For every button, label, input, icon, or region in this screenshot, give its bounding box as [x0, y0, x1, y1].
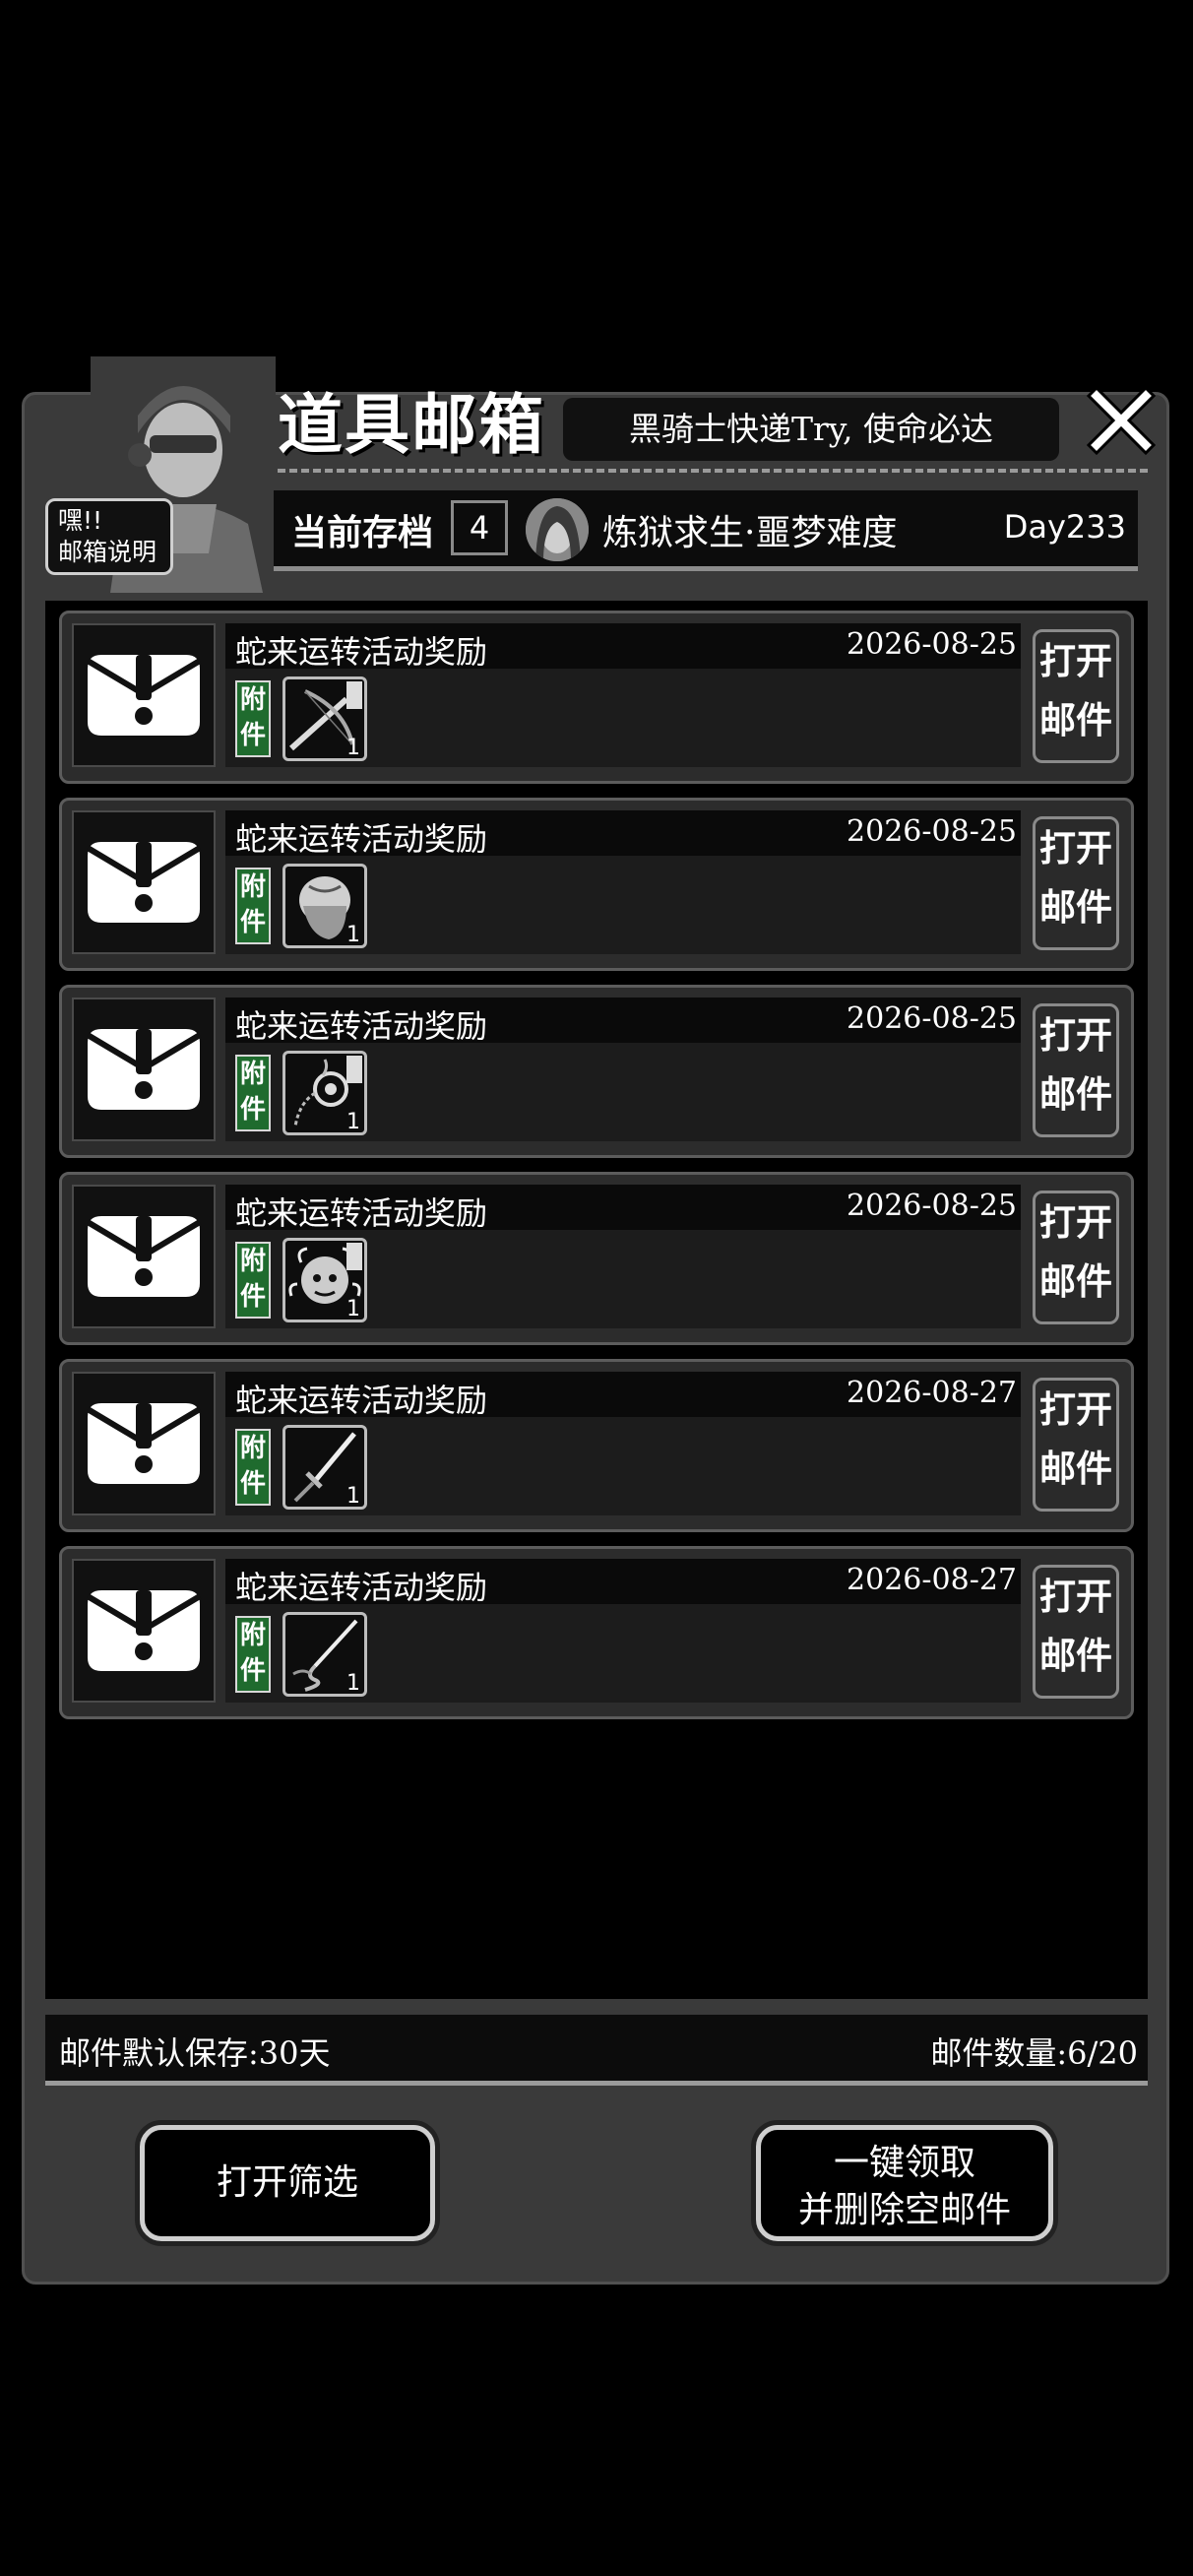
mail-item: 蛇来运转活动奖励 2026-08-27 附件 1 打开 邮件: [59, 1546, 1134, 1719]
mail-header: 蛇来运转活动奖励 2026-08-25: [225, 1185, 1021, 1232]
mail-title: 蛇来运转活动奖励: [235, 1007, 488, 1045]
mail-attachments: 附件 1: [225, 856, 1021, 954]
mail-header: 蛇来运转活动奖励 2026-08-25: [225, 998, 1021, 1045]
mail-item: 蛇来运转活动奖励 2026-08-27 附件 1 打开 邮件: [59, 1359, 1134, 1532]
attachment-item-slot[interactable]: 1: [283, 1612, 367, 1697]
open-mail-button[interactable]: 打开 邮件: [1033, 629, 1119, 763]
mail-notice-icon-box: [72, 810, 216, 954]
mail-alert-icon: [86, 655, 202, 736]
mail-attachments: 附件 1: [225, 1043, 1021, 1141]
save-day: Day233: [1003, 508, 1126, 546]
mail-retention-info: 邮件默认保存:30天: [59, 2034, 331, 2072]
mail-attachments: 附件 1: [225, 1230, 1021, 1328]
mail-title: 蛇来运转活动奖励: [235, 1382, 488, 1419]
mail-date: 2026-08-25: [847, 1001, 1017, 1036]
save-avatar: [526, 498, 589, 561]
save-difficulty: 炼狱求生·噩梦难度: [602, 513, 898, 553]
mail-item: 蛇来运转活动奖励 2026-08-25 附件 1 打开 邮件: [59, 798, 1134, 971]
item-badge: [346, 1243, 362, 1270]
attachment-item-slot[interactable]: 1: [283, 864, 367, 948]
attachment-item-slot[interactable]: 1: [283, 1238, 367, 1322]
mail-date: 2026-08-27: [847, 1563, 1017, 1597]
mail-attachments: 附件 1: [225, 1604, 1021, 1703]
open-mail-button[interactable]: 打开 邮件: [1033, 1565, 1119, 1699]
item-quantity: 1: [346, 923, 360, 947]
claim-all-button[interactable]: 一键领取 并删除空邮件: [756, 2125, 1053, 2241]
save-number: 4: [451, 500, 508, 555]
mail-title: 蛇来运转活动奖励: [235, 633, 488, 671]
mail-notice-icon-box: [72, 998, 216, 1141]
attachment-item-slot[interactable]: 1: [283, 1051, 367, 1135]
mail-alert-icon: [86, 1029, 202, 1110]
mail-item: 蛇来运转活动奖励 2026-08-25 附件 1 打开 邮件: [59, 985, 1134, 1158]
mail-alert-icon: [86, 1216, 202, 1297]
save-label: 当前存档: [291, 513, 434, 553]
help-label-line2: 邮箱说明: [58, 538, 157, 566]
mailbox-help-button[interactable]: 嘿!! 邮箱说明: [45, 498, 173, 575]
attachment-tag: 附件: [235, 1429, 271, 1506]
mail-date: 2026-08-25: [847, 627, 1017, 662]
current-save-bar: 当前存档 4 炼狱求生·噩梦难度 Day233: [274, 490, 1138, 571]
open-filter-label: 打开筛选: [216, 2162, 358, 2203]
mail-notice-icon-box: [72, 1185, 216, 1328]
attachment-tag: 附件: [235, 1616, 271, 1693]
attachment-tag: 附件: [235, 680, 271, 757]
mail-count: 邮件数量:6/20: [930, 2034, 1138, 2072]
mail-title: 蛇来运转活动奖励: [235, 820, 488, 858]
mail-alert-icon: [86, 1590, 202, 1671]
attachment-item-slot[interactable]: 1: [283, 676, 367, 761]
mail-list: 蛇来运转活动奖励 2026-08-25 附件 1 打开 邮件 蛇来运转活动奖励 …: [45, 601, 1148, 1999]
courier-slogan: 黑骑士快递Try, 使命必达: [563, 398, 1059, 461]
mail-item: 蛇来运转活动奖励 2026-08-25 附件 1 打开 邮件: [59, 1172, 1134, 1345]
attachment-tag: 附件: [235, 1242, 271, 1319]
attachment-tag: 附件: [235, 1055, 271, 1131]
open-mail-button[interactable]: 打开 邮件: [1033, 1378, 1119, 1512]
mail-date: 2026-08-27: [847, 1376, 1017, 1410]
mail-attachments: 附件 1: [225, 669, 1021, 767]
mailbox-footer: 邮件默认保存:30天 邮件数量:6/20: [45, 2015, 1148, 2086]
mail-header: 蛇来运转活动奖励 2026-08-27: [225, 1559, 1021, 1606]
mail-notice-icon-box: [72, 623, 216, 767]
item-quantity: 1: [346, 1110, 360, 1134]
item-badge: [346, 681, 362, 709]
mail-header: 蛇来运转活动奖励 2026-08-27: [225, 1372, 1021, 1419]
mail-alert-icon: [86, 1403, 202, 1484]
claim-all-label-line2: 并删除空邮件: [797, 2190, 1011, 2230]
mail-date: 2026-08-25: [847, 814, 1017, 849]
open-mail-button[interactable]: 打开 邮件: [1033, 1003, 1119, 1137]
claim-all-label-line1: 一键领取: [833, 2143, 975, 2183]
item-quantity: 1: [346, 1671, 360, 1696]
mail-alert-icon: [86, 842, 202, 923]
open-mail-button[interactable]: 打开 邮件: [1033, 816, 1119, 950]
item-quantity: 1: [346, 1297, 360, 1321]
mail-notice-icon-box: [72, 1372, 216, 1515]
mail-header: 蛇来运转活动奖励 2026-08-25: [225, 623, 1021, 671]
page-title: 道具邮箱: [278, 387, 545, 463]
mail-date: 2026-08-25: [847, 1189, 1017, 1223]
open-mail-button[interactable]: 打开 邮件: [1033, 1191, 1119, 1324]
mail-item: 蛇来运转活动奖励 2026-08-25 附件 1 打开 邮件: [59, 611, 1134, 784]
item-quantity: 1: [346, 736, 360, 760]
mail-header: 蛇来运转活动奖励 2026-08-25: [225, 810, 1021, 858]
open-filter-button[interactable]: 打开筛选: [140, 2125, 435, 2241]
attachment-tag: 附件: [235, 868, 271, 944]
item-badge: [346, 1056, 362, 1083]
header-divider: [278, 469, 1148, 473]
mail-title: 蛇来运转活动奖励: [235, 1569, 488, 1606]
mail-attachments: 附件 1: [225, 1417, 1021, 1515]
close-icon: [1086, 385, 1157, 456]
help-label-line1: 嘿!!: [58, 506, 103, 535]
item-quantity: 1: [346, 1484, 360, 1509]
close-button[interactable]: [1079, 378, 1163, 463]
mail-notice-icon-box: [72, 1559, 216, 1703]
mail-title: 蛇来运转活动奖励: [235, 1194, 488, 1232]
attachment-item-slot[interactable]: 1: [283, 1425, 367, 1510]
